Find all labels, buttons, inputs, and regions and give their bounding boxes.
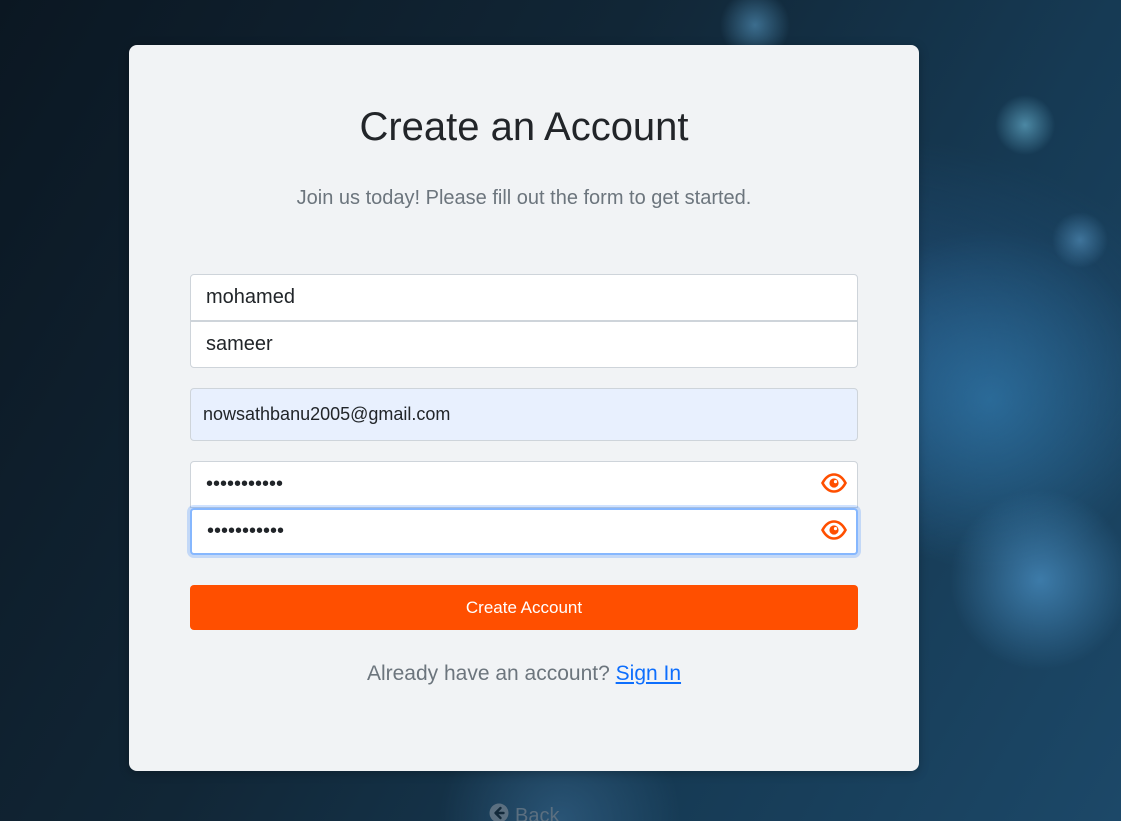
page-title: Create an Account (359, 105, 689, 149)
back-link[interactable]: Back (489, 803, 559, 821)
create-account-button[interactable]: Create Account (190, 585, 858, 630)
password-visibility-toggle-icon[interactable] (821, 473, 847, 493)
signin-link[interactable]: Sign In (616, 662, 681, 685)
email-input[interactable] (190, 388, 858, 441)
first-name-input[interactable] (190, 274, 858, 321)
last-name-input[interactable] (190, 321, 858, 368)
confirm-password-visibility-toggle-icon[interactable] (821, 520, 847, 540)
signin-prompt-text: Already have an account? (366, 662, 610, 685)
arrow-left-circle-icon (489, 803, 509, 821)
back-label: Back (515, 804, 560, 821)
signin-prompt: Already have an account? Sign In (129, 662, 919, 686)
confirm-password-input[interactable] (190, 508, 858, 555)
password-input[interactable] (190, 461, 858, 508)
signup-card: Create an Account Join us today! Please … (129, 45, 919, 771)
page-subtitle: Join us today! Please fill out the form … (296, 187, 752, 209)
